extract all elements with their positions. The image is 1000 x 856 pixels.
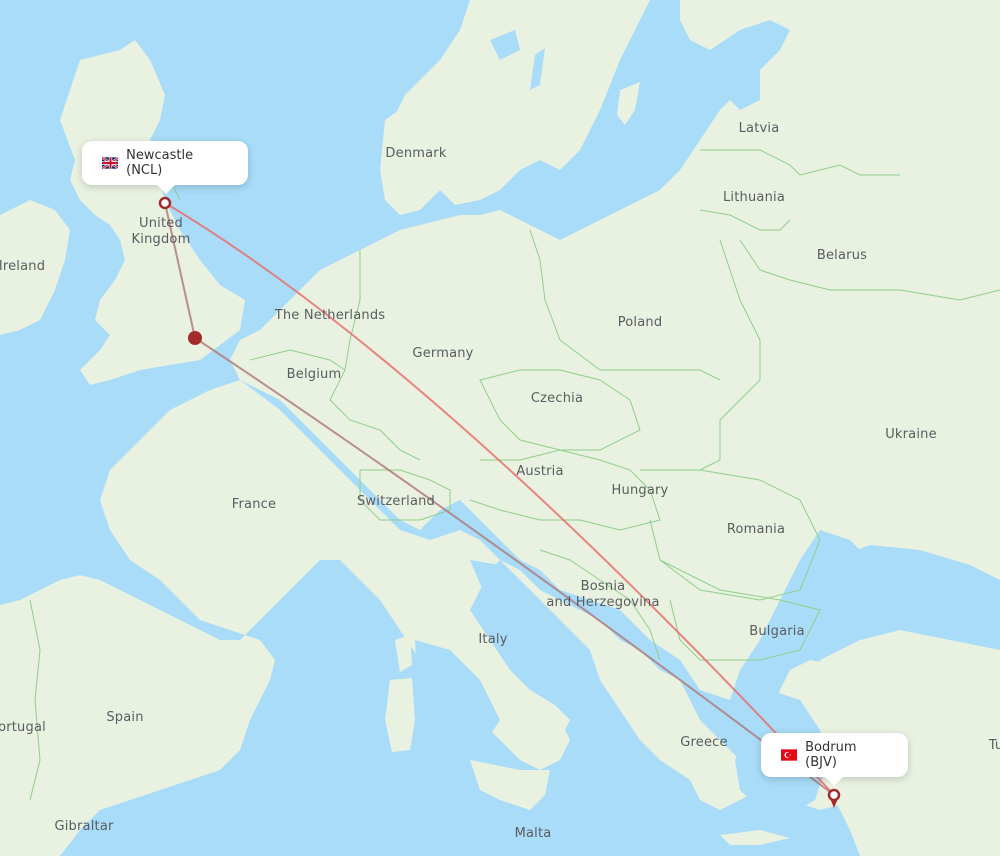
country-label-italy: Italy <box>478 632 508 647</box>
stopover-marker-london[interactable] <box>188 331 202 345</box>
country-label-czechia: Czechia <box>530 391 584 406</box>
country-label-bulgaria: Bulgaria <box>749 624 805 639</box>
origin-marker-ncl[interactable] <box>158 196 172 210</box>
land-gotland <box>617 82 640 125</box>
country-label-france: France <box>231 497 277 512</box>
country-label-germany: Germany <box>412 346 474 361</box>
country-label-switzerland: Switzerland <box>356 494 436 509</box>
country-label-ukraine: Ukraine <box>885 427 937 442</box>
country-label-lithuania: Lithuania <box>722 190 786 205</box>
gulf-of-riga <box>720 50 760 110</box>
country-label-bosnia: Bosnia and Herzegovina <box>546 579 660 610</box>
gb-flag-icon <box>102 157 119 169</box>
origin-airport-name: Newcastle (NCL) <box>126 148 194 178</box>
origin-popup[interactable]: Newcastle (NCL) <box>82 141 248 194</box>
destination-airport-name: Bodrum (BJV) <box>805 740 857 770</box>
country-label-austria: Austria <box>516 464 564 479</box>
country-label-spain: Spain <box>106 710 144 725</box>
land-corsica <box>395 635 412 672</box>
country-label-belarus: Belarus <box>816 248 868 263</box>
country-label-belgium: Belgium <box>286 367 342 382</box>
country-label-the-netherlands: The Netherlands <box>274 308 386 323</box>
map-canvas[interactable] <box>0 0 1000 856</box>
land-crete <box>720 830 790 845</box>
land-great-britain <box>60 40 245 385</box>
land-masses <box>0 0 1000 856</box>
country-label-hungary: Hungary <box>611 483 669 498</box>
country-label-latvia: Latvia <box>738 121 780 136</box>
country-label-ireland: Ireland <box>0 259 46 274</box>
destination-popup[interactable]: Bodrum (BJV) <box>761 733 908 786</box>
country-label-greece: Greece <box>680 735 728 750</box>
country-label-united-kingdom: United Kingdom <box>131 216 191 247</box>
country-label-poland: Poland <box>617 315 663 330</box>
land-sardinia <box>385 678 415 752</box>
country-label-malta: Malta <box>514 826 552 841</box>
country-label-portugal: ortugal <box>0 720 46 735</box>
country-label-gibraltar: Gibraltar <box>54 819 114 834</box>
country-label-denmark: Denmark <box>385 146 447 161</box>
destination-marker-bjv[interactable] <box>827 788 841 802</box>
country-label-romania: Romania <box>726 522 786 537</box>
tr-flag-icon <box>781 749 798 761</box>
country-label-turkey: Tu <box>988 738 1000 753</box>
land-scandinavia <box>330 0 650 205</box>
